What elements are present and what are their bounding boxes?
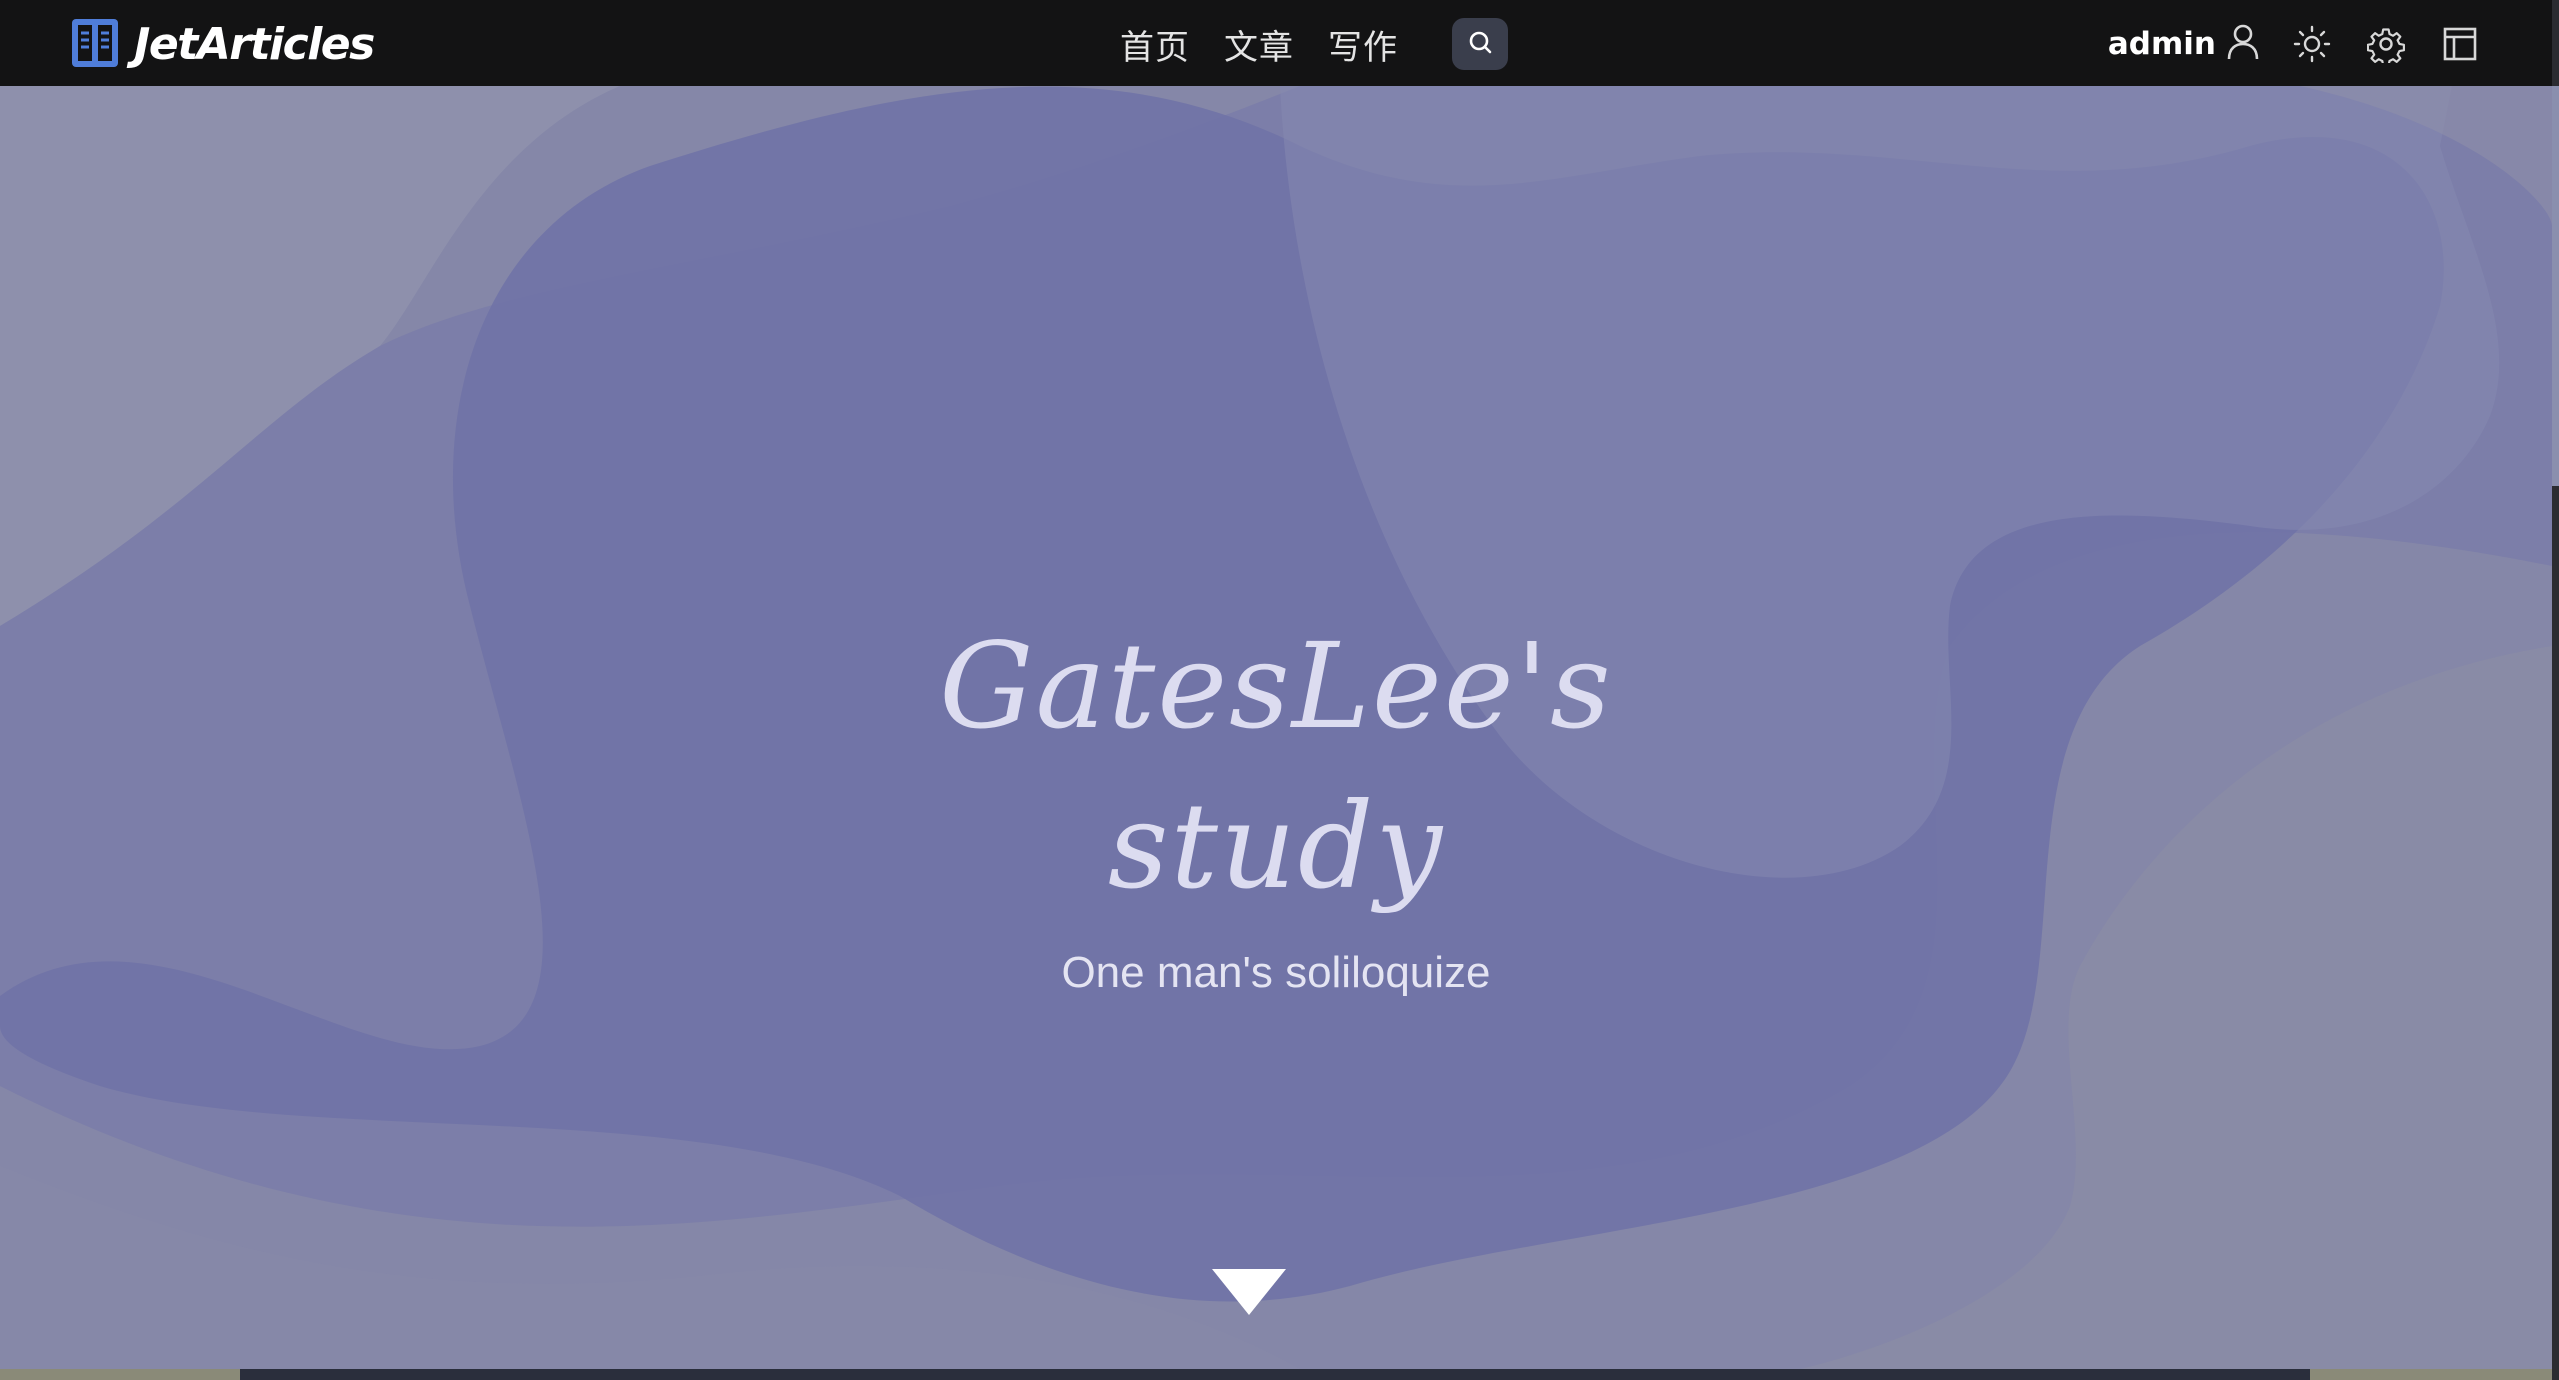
search-icon: [1467, 29, 1493, 60]
horizontal-scrollbar-thumb[interactable]: [240, 1369, 2310, 1380]
vertical-scrollbar-thumb[interactable]: [2552, 86, 2559, 486]
book-icon: [70, 15, 120, 74]
sun-icon[interactable]: [2290, 22, 2334, 66]
hero-banner: GatesLee's study One man's soliloquize: [0, 86, 2552, 1369]
scroll-down-button[interactable]: [1212, 1269, 1286, 1315]
user-menu[interactable]: admin: [2108, 23, 2260, 66]
triangle-down-icon: [1212, 1269, 1286, 1319]
hero-title-line-1: GatesLee's: [939, 617, 1613, 755]
brand-logo[interactable]: JetArticles: [70, 15, 375, 74]
layout-panel-icon[interactable]: [2438, 22, 2482, 66]
navbar-tools: admin: [2108, 16, 2482, 72]
main-nav: 首页 文章 写作: [1120, 18, 1398, 70]
top-navbar: JetArticles 首页 文章 写作 admin: [0, 0, 2552, 86]
hero-subtitle: One man's soliloquize: [1061, 948, 1491, 997]
nav-link-home[interactable]: 首页: [1120, 20, 1190, 69]
nav-link-write[interactable]: 写作: [1328, 20, 1398, 69]
user-icon: [2226, 23, 2260, 66]
hero-title-line-2: study: [1107, 777, 1445, 915]
search-button[interactable]: [1452, 18, 1508, 70]
nav-link-articles[interactable]: 文章: [1224, 20, 1294, 69]
gear-icon[interactable]: [2364, 22, 2408, 66]
hero-title: GatesLee's study: [876, 606, 1676, 926]
user-name: admin: [2107, 26, 2216, 62]
brand-name: JetArticles: [134, 18, 375, 70]
